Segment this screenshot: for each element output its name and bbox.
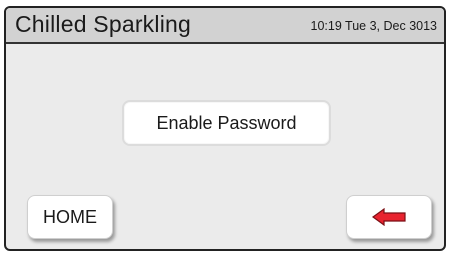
- home-label: HOME: [43, 206, 97, 227]
- app-title: Chilled Sparkling: [15, 11, 191, 37]
- home-button[interactable]: HOME: [27, 195, 113, 239]
- screen-frame: Chilled Sparkling 10:19 Tue 3, Dec 3013 …: [4, 6, 446, 251]
- back-button[interactable]: [346, 195, 432, 239]
- enable-password-label: Enable Password: [156, 112, 297, 133]
- left-arrow-icon: [372, 208, 406, 226]
- enable-password-button[interactable]: Enable Password: [122, 100, 331, 146]
- title-bar: Chilled Sparkling 10:19 Tue 3, Dec 3013: [6, 8, 444, 44]
- datetime-display: 10:19 Tue 3, Dec 3013: [310, 19, 437, 33]
